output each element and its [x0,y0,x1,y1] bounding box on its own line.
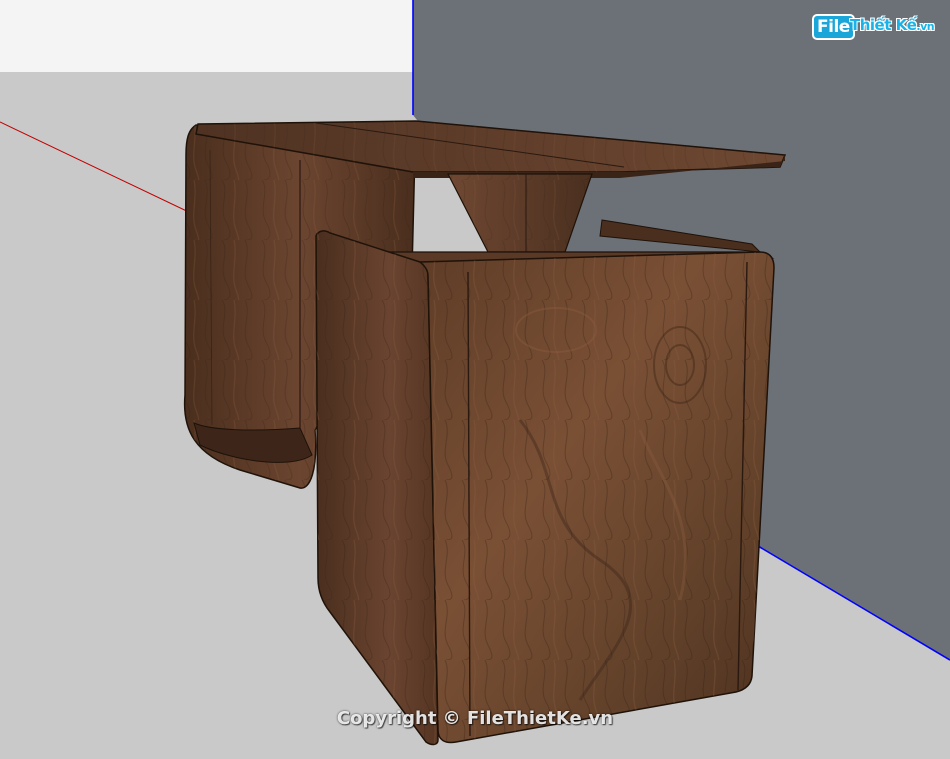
filethietke-logo: File Thiết Kế.vn [810,12,935,42]
scene-canvas[interactable] [0,0,950,759]
logo-file-text: File [812,14,855,40]
cabinet-front [418,251,775,744]
copyright-watermark: Copyright © FileThietKe.vn [336,708,614,729]
logo-tld-text: .vn [916,20,935,33]
model-viewport[interactable] [0,0,950,759]
logo-brand-text: Thiết Kế.vn [850,16,935,34]
logo-thietke-text: Thiết Kế [850,16,917,34]
